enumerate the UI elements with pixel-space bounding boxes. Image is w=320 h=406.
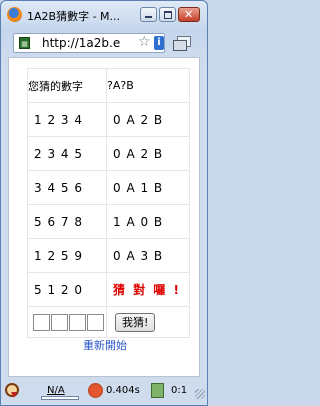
info-icon[interactable]: i [154,36,164,50]
tabs-icon[interactable] [173,36,191,51]
result-value: 1 A 0 B [106,204,190,239]
note-icon[interactable] [151,383,164,398]
page-icon: ▦ [19,37,30,49]
guess-button[interactable]: 我猜! [115,312,156,332]
result-value: 0 A 3 B [106,238,190,273]
table-row: 1 2 3 4 0 A 2 B [27,102,190,137]
load-time: 0.404s [106,385,140,396]
digit-input-1[interactable] [33,313,50,331]
address-bar[interactable]: ▦ http://1a2b.e ☆ i [13,33,165,53]
guess-value: 5 1 2 0 [27,272,107,307]
resize-grip[interactable] [195,389,205,399]
digit-input-3[interactable] [69,313,86,331]
yslow-icon[interactable] [5,383,19,398]
browser-window: 1A2B猜數字 - M... ✕ ▦ http://1a2b.e ☆ i 您猜的… [0,0,208,406]
result-value: 0 A 1 B [106,170,190,205]
guess-value: 5 6 7 8 [27,204,107,239]
guess-value: 3 4 5 6 [27,170,107,205]
minimize-icon [145,16,152,18]
table-row: 1 2 5 9 0 A 3 B [27,238,190,273]
navigation-toolbar: ▦ http://1a2b.e ☆ i [1,29,207,57]
table-header: 您猜的數字 ?A?B [27,68,190,103]
window-title: 1A2B猜數字 - M... [27,10,121,23]
minimize-button[interactable] [140,7,157,22]
guess-column-header: 您猜的數字 [27,68,107,103]
close-button[interactable]: ✕ [178,7,200,22]
star-icon[interactable]: ☆ [138,34,151,50]
guess-table: 您猜的數字 ?A?B 1 2 3 4 0 A 2 B 2 3 4 5 0 A 2… [27,68,190,338]
digit-input-2[interactable] [51,313,68,331]
guess-value: 2 3 4 5 [27,136,107,171]
table-row: 2 3 4 5 0 A 2 B [27,136,190,171]
restart-link[interactable]: 重新開始 [9,337,201,353]
firefox-icon [7,7,22,22]
close-icon: ✕ [184,8,194,21]
guess-value: 1 2 5 9 [27,238,107,273]
input-row: 我猜! [27,306,190,338]
bug-icon[interactable] [88,383,103,398]
guess-button-cell: 我猜! [106,306,190,338]
result-column-header: ?A?B [106,68,190,103]
table-row: 3 4 5 6 0 A 1 B [27,170,190,205]
yslow-value[interactable]: N/A [47,385,65,396]
title-bar[interactable]: 1A2B猜數字 - M... ✕ [1,1,207,27]
digit-input-4[interactable] [87,313,104,331]
guess-value: 1 2 3 4 [27,102,107,137]
url-text[interactable]: http://1a2b.e [42,36,132,50]
page-content: 您猜的數字 ?A?B 1 2 3 4 0 A 2 B 2 3 4 5 0 A 2… [8,57,200,377]
table-row: 5 6 7 8 1 A 0 B [27,204,190,239]
win-message-cell: 猜 對 囉 ! [106,272,190,307]
table-row: 5 1 2 0 猜 對 囉 ! [27,272,190,307]
digit-input-cell [27,306,107,338]
performance-bar [41,396,79,400]
ratio-value: 0:1 [171,385,188,396]
status-bar: N/A 0.404s 0:1 [1,379,207,405]
win-message: 猜 對 囉 ! [113,283,182,297]
result-value: 0 A 2 B [106,102,190,137]
result-value: 0 A 2 B [106,136,190,171]
digit-inputs [28,313,106,331]
maximize-button[interactable] [159,7,176,22]
maximize-icon [164,11,172,19]
